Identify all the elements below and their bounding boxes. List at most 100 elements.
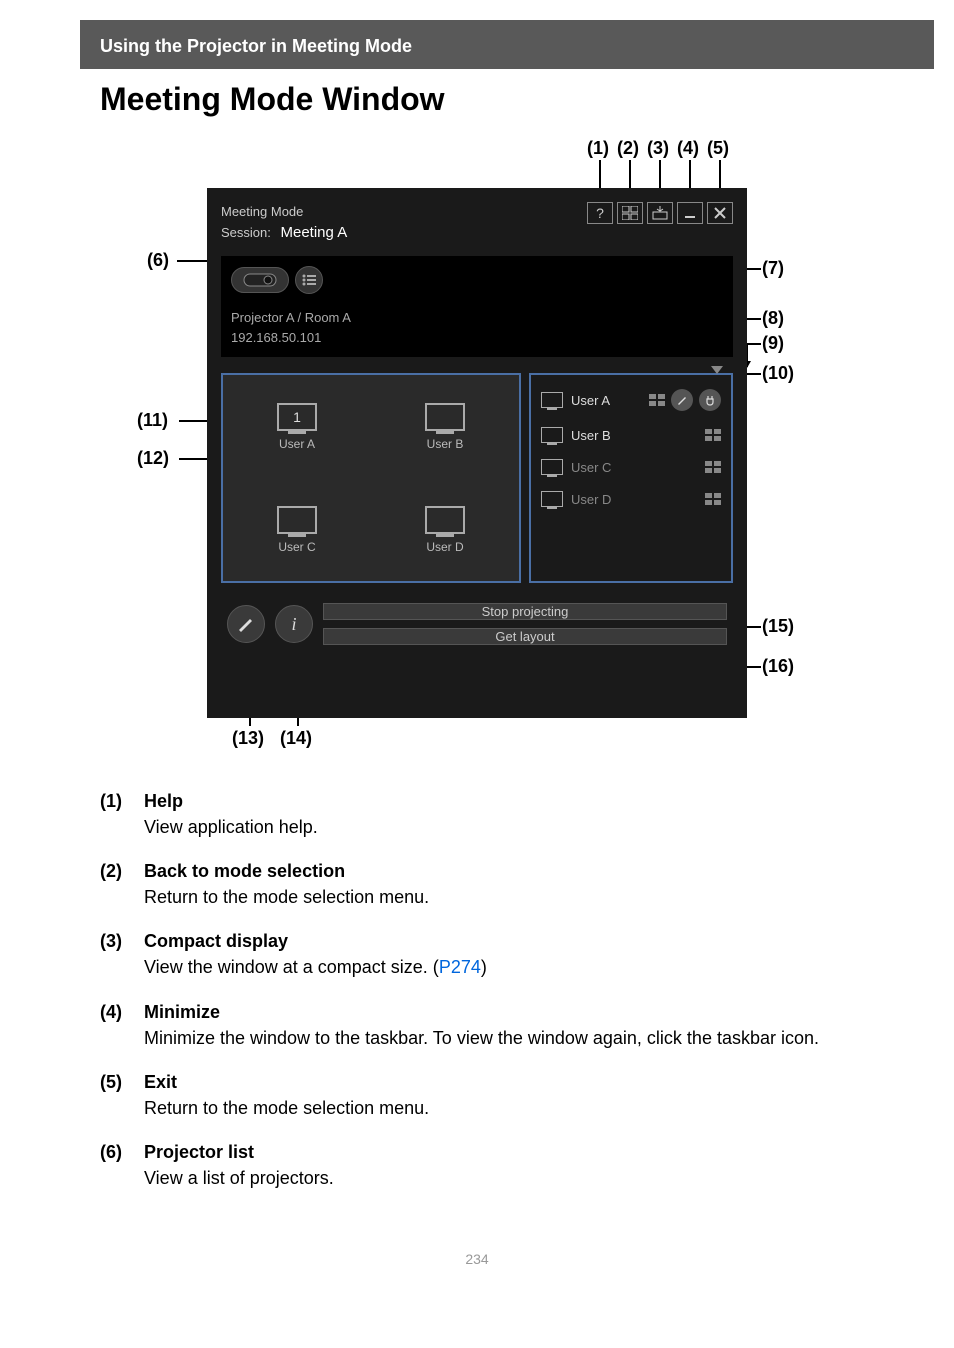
desc-text: View the window at a compact size. (P274… [144, 954, 487, 980]
callout-14: (14) [280, 728, 312, 749]
layout-area: 1 User A User B User C User D [221, 373, 733, 583]
desc-text: Return to the mode selection menu. [144, 884, 429, 910]
desc-title: Compact display [144, 928, 487, 954]
desc-num: (3) [100, 928, 144, 980]
callout-3: (3) [647, 138, 669, 159]
compact-display-icon[interactable] [647, 202, 673, 224]
monitor-icon [541, 491, 563, 507]
meeting-mode-window: Meeting Mode Session: Meeting A ? [207, 188, 747, 718]
cell-label: User C [278, 540, 315, 554]
layout-cell[interactable]: User B [371, 375, 519, 478]
desc-text: Return to the mode selection menu. [144, 1095, 429, 1121]
callout-16: (16) [762, 656, 794, 677]
projector-icon[interactable] [231, 267, 289, 293]
page-title: Meeting Mode Window [100, 81, 934, 118]
figure: (1) (2) (3) (4) (5) (6) (11) (12) (7) (8… [117, 138, 837, 758]
layout-cell[interactable]: 1 User A [223, 375, 371, 478]
projector-list: Projector A / Room A 192.168.50.101 [221, 256, 733, 357]
help-icon[interactable]: ? [587, 202, 613, 224]
desc-num: (1) [100, 788, 144, 840]
user-label: User B [571, 428, 611, 443]
desc-title: Projector list [144, 1139, 334, 1165]
page-link[interactable]: P274 [439, 957, 481, 977]
stop-projecting-button[interactable]: Stop projecting [323, 603, 727, 620]
desc-title: Back to mode selection [144, 858, 429, 884]
button-row: i Stop projecting Get layout [221, 603, 733, 645]
desc-text: Minimize the window to the taskbar. To v… [144, 1025, 819, 1051]
user-row[interactable]: User A [539, 381, 723, 419]
callout-12: (12) [137, 448, 169, 469]
user-label: User A [571, 393, 610, 408]
callout-1: (1) [587, 138, 609, 159]
projector-info: Projector A / Room A 192.168.50.101 [231, 308, 723, 347]
session-row: Session: Meeting A [221, 222, 347, 245]
session-label: Session: [221, 225, 271, 240]
user-row[interactable]: User B [539, 419, 723, 451]
projector-icons [231, 266, 723, 294]
callout-7: (7) [762, 258, 784, 279]
annotate-button[interactable] [227, 605, 265, 643]
desc-text: View application help. [144, 814, 318, 840]
monitor-icon: 1 [277, 403, 317, 431]
info-button[interactable]: i [275, 605, 313, 643]
user-label: User D [571, 492, 611, 507]
desc-item: (3) Compact display View the window at a… [100, 928, 854, 980]
desc-num: (2) [100, 858, 144, 910]
desc-title: Help [144, 788, 318, 814]
layout-cell[interactable]: User C [223, 478, 371, 581]
desc-item: (1) Help View application help. [100, 788, 854, 840]
list-icon[interactable] [295, 266, 323, 294]
page-number: 234 [0, 1231, 954, 1297]
description-list: (1) Help View application help. (2) Back… [100, 788, 854, 1191]
callout-13: (13) [232, 728, 264, 749]
section-header: Using the Projector in Meeting Mode [80, 20, 934, 69]
plug-icon[interactable] [699, 389, 721, 411]
mode-selection-icon[interactable] [617, 202, 643, 224]
desc-num: (4) [100, 999, 144, 1051]
callout-9: (9) [762, 333, 784, 354]
dropdown-arrow-icon[interactable] [711, 366, 723, 374]
callout-15: (15) [762, 616, 794, 637]
get-layout-button[interactable]: Get layout [323, 628, 727, 645]
user-label: User C [571, 460, 611, 475]
close-icon[interactable] [707, 202, 733, 224]
cell-label: User B [427, 437, 464, 451]
desc-num: (5) [100, 1069, 144, 1121]
leader [747, 343, 761, 345]
callout-11: (11) [137, 410, 168, 431]
user-row[interactable]: User C [539, 451, 723, 483]
window-title: Meeting Mode [221, 202, 347, 222]
title-text-block: Meeting Mode Session: Meeting A [221, 202, 347, 244]
layout-cell[interactable]: User D [371, 478, 519, 581]
layout-mini-icon [649, 394, 665, 406]
monitor-icon [425, 403, 465, 431]
projector-name: Projector A / Room A [231, 308, 723, 328]
monitor-icon [277, 506, 317, 534]
desc-item: (5) Exit Return to the mode selection me… [100, 1069, 854, 1121]
desc-num: (6) [100, 1139, 144, 1191]
layout-mini-icon [705, 429, 721, 441]
callout-5: (5) [707, 138, 729, 159]
titlebar-buttons: ? [587, 202, 733, 224]
projector-ip: 192.168.50.101 [231, 328, 723, 348]
desc-item: (6) Projector list View a list of projec… [100, 1139, 854, 1191]
pen-icon[interactable] [671, 389, 693, 411]
monitor-icon [541, 427, 563, 443]
desc-title: Exit [144, 1069, 429, 1095]
layout-mini-icon [705, 461, 721, 473]
cell-label: User A [279, 437, 315, 451]
callout-10: (10) [762, 363, 794, 384]
callout-2: (2) [617, 138, 639, 159]
user-row[interactable]: User D [539, 483, 723, 515]
layout-mini-icon [705, 493, 721, 505]
callout-6: (6) [147, 250, 169, 271]
cell-label: User D [426, 540, 463, 554]
minimize-icon[interactable] [677, 202, 703, 224]
session-name: Meeting A [281, 224, 348, 241]
monitor-icon [541, 459, 563, 475]
monitor-icon [425, 506, 465, 534]
callout-4: (4) [677, 138, 699, 159]
desc-item: (4) Minimize Minimize the window to the … [100, 999, 854, 1051]
user-list: User A User B User C User D [529, 373, 733, 583]
layout-grid[interactable]: 1 User A User B User C User D [221, 373, 521, 583]
